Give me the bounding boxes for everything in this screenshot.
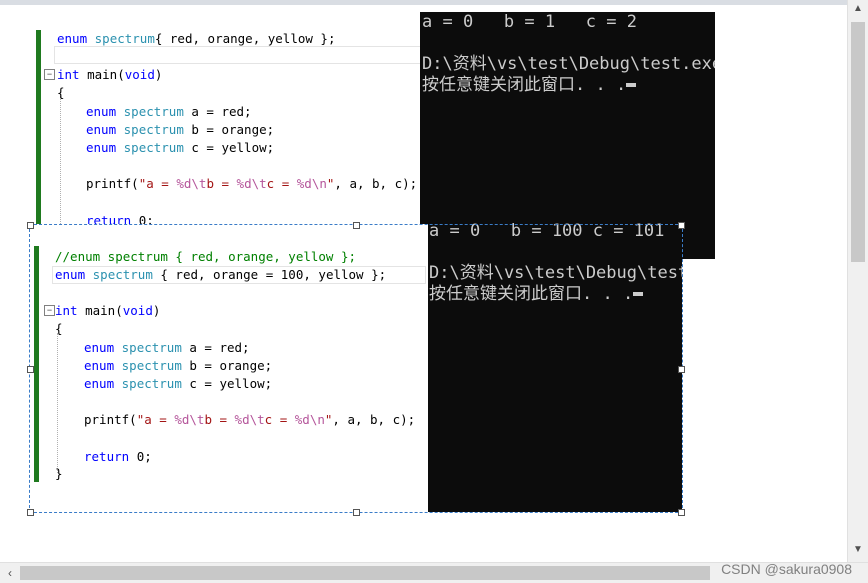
code-line: enum spectrum{ red, orange, yellow }; bbox=[57, 31, 335, 46]
resize-handle[interactable] bbox=[353, 509, 360, 516]
code-token: %d\t bbox=[176, 176, 207, 191]
resize-handle[interactable] bbox=[27, 509, 34, 516]
code-token: , a, b, c); bbox=[334, 176, 418, 191]
console-output-line: ​ bbox=[422, 33, 715, 54]
code-token: enum bbox=[86, 122, 124, 137]
scroll-down-icon[interactable]: ▼ bbox=[848, 541, 868, 559]
scroll-up-icon[interactable]: ▲ bbox=[848, 0, 868, 18]
resize-handle[interactable] bbox=[27, 366, 34, 373]
indent-guide bbox=[60, 96, 61, 224]
code-token: %d\t bbox=[236, 176, 267, 191]
code-token: c = yellow; bbox=[191, 140, 275, 155]
code-token: { red, orange, yellow }; bbox=[154, 31, 336, 46]
code-token: enum bbox=[86, 140, 124, 155]
code-token: b = bbox=[206, 176, 237, 191]
code-line: enum spectrum c = yellow; bbox=[86, 140, 274, 155]
code-token: a = red; bbox=[191, 104, 252, 119]
scroll-left-icon[interactable]: ‹ bbox=[0, 563, 20, 583]
change-bar bbox=[36, 30, 41, 226]
code-token: int bbox=[57, 67, 88, 82]
code-token: { bbox=[57, 85, 65, 100]
code-token: spectrum bbox=[123, 122, 192, 137]
resize-handle[interactable] bbox=[353, 222, 360, 229]
code-token: c = bbox=[266, 176, 297, 191]
resize-handle[interactable] bbox=[678, 222, 685, 229]
code-token: spectrum bbox=[123, 140, 192, 155]
resize-handle[interactable] bbox=[27, 222, 34, 229]
code-line: int main(void) bbox=[57, 67, 162, 82]
code-token: printf( bbox=[86, 176, 139, 191]
code-line: enum spectrum b = orange; bbox=[86, 122, 274, 137]
collapse-toggle-icon[interactable]: − bbox=[44, 69, 55, 80]
code-token: void bbox=[124, 67, 155, 82]
image-selection-frame[interactable] bbox=[29, 224, 683, 513]
current-line-highlight bbox=[54, 46, 424, 64]
resize-handle[interactable] bbox=[678, 366, 685, 373]
console-output-line: 按任意键关闭此窗口. . . bbox=[422, 75, 715, 96]
code-token: main( bbox=[87, 67, 125, 82]
code-token: enum bbox=[86, 104, 124, 119]
resize-handle[interactable] bbox=[678, 509, 685, 516]
code-token: ) bbox=[154, 67, 163, 82]
console-prompt-text: 按任意键关闭此窗口. . . bbox=[422, 75, 627, 95]
vertical-scrollbar[interactable]: ▲ ▼ bbox=[847, 0, 868, 563]
vertical-scroll-thumb[interactable] bbox=[851, 22, 865, 262]
code-token: spectrum bbox=[123, 104, 192, 119]
code-line: enum spectrum a = red; bbox=[86, 104, 252, 119]
watermark-text: CSDN @sakura0908 bbox=[721, 561, 852, 577]
console-output-line: D:\资料\vs\test\Debug\test.exe bbox=[422, 54, 715, 74]
horizontal-scroll-thumb[interactable] bbox=[20, 566, 710, 580]
console-cursor bbox=[626, 83, 637, 87]
code-line: { bbox=[57, 85, 65, 100]
code-token: spectrum bbox=[94, 31, 155, 46]
console-output-line: a = 0 b = 1 c = 2 bbox=[422, 12, 637, 32]
code-token: %d\n bbox=[296, 176, 327, 191]
code-line: printf("a = %d\tb = %d\tc = %d\n", a, b,… bbox=[86, 176, 417, 191]
code-token: "a = bbox=[138, 176, 177, 191]
code-token: enum bbox=[57, 31, 95, 46]
top-strip bbox=[0, 0, 848, 5]
code-token: b = orange; bbox=[191, 122, 275, 137]
